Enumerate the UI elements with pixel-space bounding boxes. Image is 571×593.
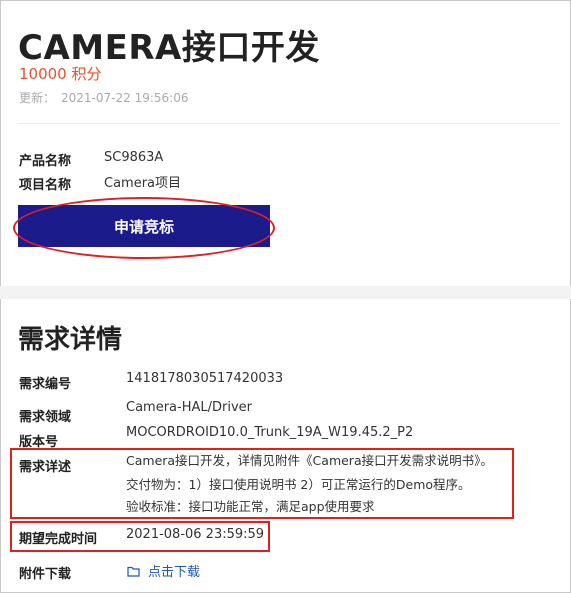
section-separator: [0, 286, 571, 299]
description-label: 需求详述: [19, 460, 72, 475]
details-title: 需求详情: [18, 325, 123, 355]
attachment-label: 附件下载: [19, 567, 72, 582]
description-line-2: 交付物为：1）接口使用说明书 2）可正常运行的Demo程序。: [126, 477, 471, 492]
requirement-id-label: 需求编号: [19, 377, 72, 392]
requirement-domain-label: 需求领域: [19, 410, 72, 425]
download-link-label: 点击下载: [148, 565, 201, 580]
header-divider: [18, 123, 560, 124]
apply-bid-button[interactable]: 申请竞标: [18, 205, 270, 247]
points-value: 10000 积分: [19, 65, 102, 83]
updated-time: 2021-07-22 19:56:06: [61, 91, 189, 105]
updated-label: 更新：: [19, 91, 56, 105]
folder-icon: [127, 566, 140, 577]
project-name-value: Camera项目: [104, 176, 182, 191]
product-name-value: SC9863A: [104, 150, 164, 165]
project-name-label: 项目名称: [19, 178, 72, 193]
requirement-id-value: 1418178030517420033: [126, 371, 284, 386]
deadline-label: 期望完成时间: [19, 532, 98, 547]
description-line-3: 验收标准：接口功能正常，满足app使用要求: [126, 499, 375, 514]
download-link[interactable]: 点击下载: [127, 561, 200, 580]
updated-info: 更新： 2021-07-22 19:56:06: [19, 89, 188, 106]
version-value: MOCORDROID10.0_Trunk_19A_W19.45.2_P2: [126, 425, 414, 440]
requirement-domain-value: Camera-HAL/Driver: [126, 400, 253, 415]
deadline-value: 2021-08-06 23:59:59: [126, 527, 265, 542]
description-line-1: Camera接口开发，详情见附件《Camera接口开发需求说明书》。: [126, 453, 493, 468]
version-label: 版本号: [19, 435, 59, 450]
page-title: CAMERA接口开发: [18, 28, 320, 68]
product-name-label: 产品名称: [19, 154, 72, 169]
